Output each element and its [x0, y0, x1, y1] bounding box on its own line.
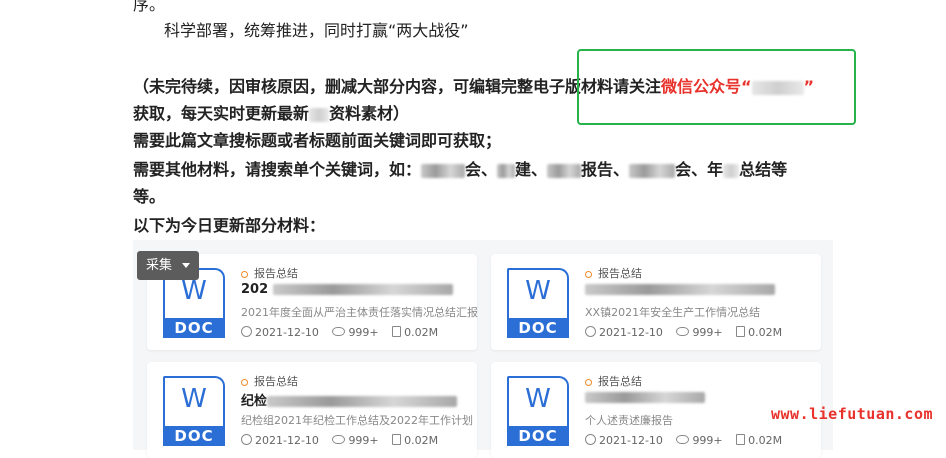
card-subtitle: 纪检组2021年纪检工作总结及2022年工作计划: [241, 414, 473, 427]
file-icon: [736, 434, 746, 445]
redacted-title: [267, 396, 458, 407]
material-card[interactable]: W DOC 报告总结 XX镇2021年安全生产工作情况总结 2021-12-10…: [491, 254, 821, 350]
category-tag[interactable]: 报告总结: [241, 265, 298, 281]
tag-dot-icon: [585, 378, 592, 386]
file-icon: [736, 326, 746, 337]
prev-line-tail: 序。: [133, 0, 166, 14]
category-tag[interactable]: 报告总结: [585, 265, 642, 281]
clock-icon: [241, 434, 252, 445]
other-materials-line: 需要其他材料，请搜索单个关键词，如： 会、 建、 报告、 会、年 总结等: [133, 159, 787, 181]
clock-icon: [585, 326, 596, 337]
doc-icon-letter: W: [525, 384, 551, 414]
other-keyword-1-tail: 会、: [465, 160, 498, 179]
material-card[interactable]: W DOC 报告总结 纪检 纪检组2021年纪检工作总结及2022年工作计划 2…: [147, 362, 477, 458]
card-meta: 2021-12-10 999+ 0.02M: [241, 326, 448, 339]
card-title[interactable]: [585, 282, 775, 297]
today-updates-heading: 以下为今日更新部分材料：: [133, 216, 326, 235]
card-title-text: 纪检: [241, 394, 268, 409]
card-subtitle: 2021年度全面从严治主体责任落实情况总结汇报: [241, 306, 478, 319]
redacted-title: [585, 392, 705, 403]
search-hint-line: 需要此篇文章搜标题或者标题前面关键词即可获取；: [133, 131, 502, 150]
doc-icon-band: DOC: [507, 318, 569, 338]
doc-icon-band: DOC: [507, 426, 569, 446]
article-line-1: 科学部署，统筹推进，同时打赢“两大战役”: [164, 21, 469, 40]
doc-icon-letter: W: [525, 276, 551, 306]
card-size: 0.02M: [404, 326, 439, 339]
doc-icon-letter: W: [181, 276, 207, 306]
card-views: 999+: [692, 326, 723, 339]
redacted-keyword-1: [421, 163, 466, 178]
redacted-keyword-2: [497, 163, 516, 178]
card-title[interactable]: 纪检: [241, 390, 458, 409]
category-tag[interactable]: 报告总结: [241, 373, 298, 389]
card-views: 999+: [348, 434, 379, 447]
other-keyword-4-tail: 会、年: [675, 160, 724, 179]
other-keyword-2-tail: 建、: [515, 160, 548, 179]
category-tag[interactable]: 报告总结: [585, 373, 642, 389]
notice-line-2: 获取，每天实时更新最新 资料素材）: [133, 103, 409, 125]
other-keyword-5-tail: 总结等: [739, 160, 788, 179]
card-title[interactable]: 202: [241, 282, 453, 297]
card-views: 999+: [348, 326, 379, 339]
doc-icon-letter: W: [181, 384, 207, 414]
redacted-keyword-3: [547, 163, 582, 178]
card-size: 0.02M: [404, 434, 439, 447]
card-size: 0.02M: [748, 434, 783, 447]
notice-line2-part-b: 资料素材）: [329, 104, 410, 123]
eye-icon: [676, 435, 690, 444]
other-keyword-3-tail: 报告、: [581, 160, 630, 179]
other-materials-prefix: 需要其他材料，请搜索单个关键词，如：: [133, 160, 422, 179]
card-meta: 2021-12-10 999+ 0.02M: [241, 434, 448, 447]
card-subtitle: 个人述责述廉报告: [585, 414, 673, 427]
clock-icon: [585, 434, 596, 445]
file-icon: [392, 434, 402, 445]
tag-dot-icon: [241, 270, 248, 278]
card-date: 2021-12-10: [599, 434, 663, 447]
doc-icon-band: DOC: [163, 426, 225, 446]
redacted-title: [272, 284, 453, 295]
eye-icon: [676, 327, 690, 336]
card-title[interactable]: [585, 390, 705, 405]
tag-dot-icon: [585, 270, 592, 278]
notice-line2-part-a: 获取，每天实时更新最新: [133, 104, 310, 123]
collect-button-label: 采集: [146, 258, 173, 273]
clock-icon: [241, 326, 252, 337]
card-subtitle: XX镇2021年安全生产工作情况总结: [585, 306, 761, 319]
word-doc-icon: W DOC: [507, 268, 569, 338]
card-meta: 2021-12-10 999+ 0.02M: [585, 434, 792, 447]
eye-icon: [332, 327, 346, 336]
materials-panel: W DOC 报告总结 202 2021年度全面从严治主体责任落实情况总结汇报 2…: [133, 240, 833, 458]
redacted-keyword-4: [629, 163, 676, 178]
redacted-keyword-5: [723, 163, 740, 178]
card-size: 0.02M: [748, 326, 783, 339]
tag-label: 报告总结: [254, 375, 298, 388]
tag-dot-icon: [241, 378, 248, 386]
highlight-box: [577, 49, 856, 125]
card-date: 2021-12-10: [599, 326, 663, 339]
tag-label: 报告总结: [254, 267, 298, 280]
redacted-word: [309, 107, 330, 122]
eye-icon: [332, 435, 346, 444]
card-views: 999+: [692, 434, 723, 447]
word-doc-icon: W DOC: [507, 376, 569, 446]
file-icon: [392, 326, 402, 337]
card-date: 2021-12-10: [255, 326, 319, 339]
card-meta: 2021-12-10 999+ 0.02M: [585, 326, 792, 339]
other-materials-tail: 等。: [133, 187, 166, 206]
caret-down-icon[interactable]: [182, 263, 190, 268]
word-doc-icon: W DOC: [163, 376, 225, 446]
site-watermark: www.liefutuan.com: [771, 405, 934, 423]
tag-label: 报告总结: [598, 375, 642, 388]
card-date: 2021-12-10: [255, 434, 319, 447]
collect-button[interactable]: 采集: [137, 251, 199, 280]
card-title-text: 202: [241, 282, 269, 297]
redacted-title: [585, 284, 775, 295]
tag-label: 报告总结: [598, 267, 642, 280]
doc-icon-band: DOC: [163, 318, 225, 338]
